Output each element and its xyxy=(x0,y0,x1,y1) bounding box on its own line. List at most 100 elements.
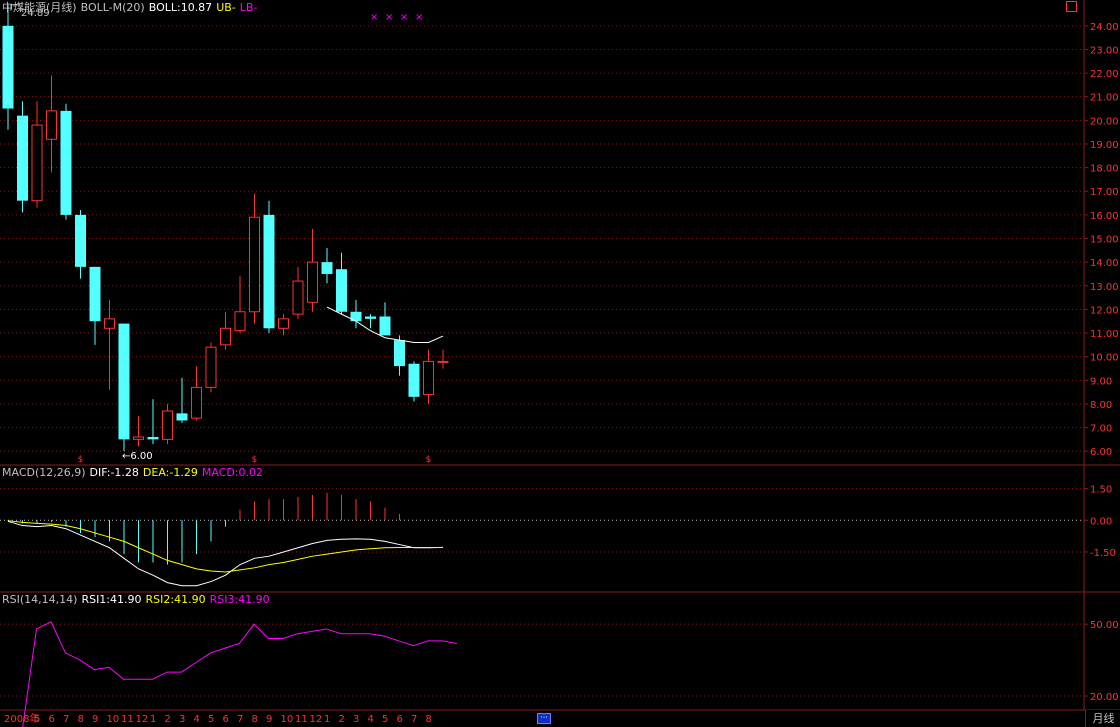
price-tick-label: 17.00 xyxy=(1090,187,1119,198)
top-marker: × xyxy=(400,12,408,23)
x-tick-label: 3 xyxy=(353,714,359,725)
candle-body-down xyxy=(147,437,159,440)
candle-body-up xyxy=(31,124,43,202)
candle-body-up xyxy=(205,346,217,388)
candle-body-up xyxy=(46,110,57,140)
x-tick-label: 4 xyxy=(368,714,374,725)
x-tick-label: 7 xyxy=(63,714,69,725)
top-marker: × xyxy=(415,12,423,23)
x-tick-label: 6 xyxy=(397,714,403,725)
rsi-tick-label: 50.00 xyxy=(1090,620,1119,631)
x-tick-label: 8 xyxy=(78,714,84,725)
dea-value: DEA:-1.29 xyxy=(142,466,198,479)
candle-body-down xyxy=(60,110,72,215)
candle-body-down xyxy=(408,363,420,397)
candle-body-up xyxy=(162,410,173,440)
x-tick-label: 1 xyxy=(150,714,156,725)
top-marker: × xyxy=(385,12,393,23)
dif-line xyxy=(7,520,444,587)
event-mark: $ xyxy=(252,455,258,465)
x-tick-label: 7 xyxy=(237,714,243,725)
price-tick-label: 10.00 xyxy=(1090,353,1119,364)
x-tick-label: 9 xyxy=(266,714,272,725)
candle-body-down xyxy=(176,413,188,421)
x-tick-label: 5 xyxy=(34,714,40,725)
price-tick-label: 11.00 xyxy=(1090,329,1119,340)
x-tick-label: 12 xyxy=(310,714,323,725)
candle-body-down xyxy=(394,340,405,367)
period-button[interactable]: 月线 xyxy=(1085,710,1120,727)
x-tick-label: 1 xyxy=(324,714,330,725)
candle-body-up xyxy=(437,360,449,363)
x-tick-label: 11 xyxy=(295,714,308,725)
candle-body-down xyxy=(2,25,14,109)
price-tick-label: 7.00 xyxy=(1090,424,1112,435)
candle-body-down xyxy=(336,269,347,312)
window-control-button[interactable] xyxy=(1066,1,1077,12)
price-tick-label: 15.00 xyxy=(1090,235,1119,246)
price-tick-label: 9.00 xyxy=(1090,376,1112,387)
price-tick-label: 6.00 xyxy=(1090,447,1112,458)
price-tick-label: 12.00 xyxy=(1090,305,1119,316)
rsi-tick-label: 20.00 xyxy=(1090,692,1119,703)
price-tick-label: 20.00 xyxy=(1090,116,1119,127)
x-tick-label: 2 xyxy=(339,714,345,725)
x-tick-label: 10 xyxy=(281,714,294,725)
scrollbar-thumb[interactable]: ··· xyxy=(537,713,551,724)
price-tick-label: 8.00 xyxy=(1090,400,1112,411)
event-mark: $ xyxy=(78,455,84,465)
macd-title: MACD(12,26,9) xyxy=(2,466,86,479)
top-marker: × xyxy=(370,12,378,23)
candle-body-down xyxy=(75,214,86,267)
low-price-label: ←6.00 xyxy=(122,451,153,462)
candle-body-down xyxy=(17,115,28,201)
x-tick-label: 9 xyxy=(92,714,98,725)
candle-body-down xyxy=(118,323,130,440)
x-tick-label: 11 xyxy=(121,714,134,725)
x-tick-label: 5 xyxy=(382,714,388,725)
ub-value: UB- xyxy=(216,1,236,14)
candle-body-up xyxy=(191,386,202,419)
main-panel-header: 中煤能源(月线) BOLL-M(20) BOLL:10.87 UB- LB- xyxy=(2,1,261,15)
rsi-panel-header: RSI(14,14,14) RSI1:41.90 RSI2:41.90 RSI3:41… xyxy=(2,593,274,607)
x-tick-label: 10 xyxy=(107,714,120,725)
candle-body-up xyxy=(133,436,144,440)
price-tick-label: 19.00 xyxy=(1090,140,1119,151)
dif-value: DIF:-1.28 xyxy=(89,466,139,479)
dea-line xyxy=(7,520,443,573)
price-tick-label: 21.00 xyxy=(1090,93,1119,104)
candle-body-down xyxy=(89,266,101,322)
stock-chart-window: 24.00 23.00 22.00 21.00 20.00 19.00 18.00 17.00… xyxy=(0,0,1120,727)
candle-body-up xyxy=(423,360,434,395)
rsi2-value: RSI2:41.90 xyxy=(145,593,206,606)
macd-value: MACD:0.02 xyxy=(201,466,263,479)
x-tick-label: 7 xyxy=(411,714,417,725)
candle-body-up xyxy=(292,280,304,315)
candle-body-up xyxy=(249,216,260,313)
x-tick-label: 8 xyxy=(252,714,258,725)
x-tick-label: 6 xyxy=(223,714,229,725)
boll-value: BOLL:10.87 xyxy=(148,1,213,14)
candle-body-down xyxy=(263,214,275,329)
candle-body-up xyxy=(220,327,231,346)
x-tick-label: 5 xyxy=(208,714,214,725)
candle-body-down xyxy=(365,316,376,319)
price-tick-label: 16.00 xyxy=(1090,211,1119,222)
x-tick-label: 3 xyxy=(179,714,185,725)
rsi1-value: RSI1:41.90 xyxy=(81,593,142,606)
rsi-line xyxy=(22,621,458,727)
x-tick-label: 4 xyxy=(194,714,200,725)
macd-panel-header: MACD(12,26,9) DIF:-1.28 DEA:-1.29 MACD:0.02 xyxy=(2,466,267,480)
x-tick-label: 2 xyxy=(165,714,171,725)
price-tick-label: 23.00 xyxy=(1090,45,1119,56)
x-tick-label: 12 xyxy=(136,714,149,725)
macd-tick-label: 0.00 xyxy=(1090,516,1112,527)
chart-svg[interactable]: 24.0023.0022.0021.0020.0019.0018.0017.00… xyxy=(0,0,1120,727)
macd-tick-label: -1.50 xyxy=(1090,548,1116,559)
candle-body-up xyxy=(104,318,115,329)
candle-body-up xyxy=(278,318,289,329)
price-tick-label: 13.00 xyxy=(1090,282,1119,293)
rsi-title: RSI(14,14,14) xyxy=(2,593,78,606)
candle-body-up xyxy=(307,261,318,303)
candle-body-up xyxy=(234,311,246,332)
